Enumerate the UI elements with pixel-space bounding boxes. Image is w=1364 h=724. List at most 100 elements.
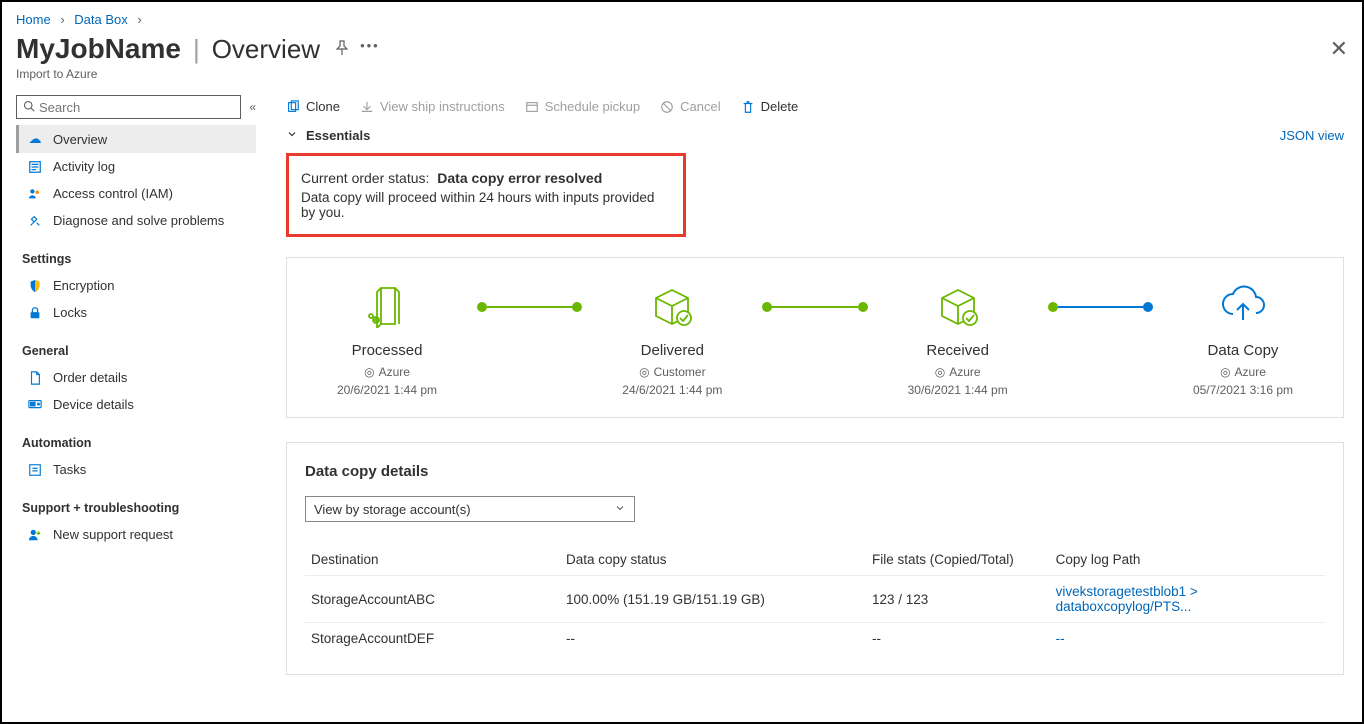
location-icon: ◎: [1220, 365, 1230, 379]
clone-label: Clone: [306, 99, 340, 114]
status-detail: Data copy will proceed within 24 hours w…: [301, 190, 671, 220]
chevron-down-icon: [286, 128, 298, 143]
sidebar-item-activity-log[interactable]: Activity log: [16, 153, 256, 180]
step-date: 30/6/2021 1:44 pm: [908, 383, 1008, 397]
title-separator: |: [193, 34, 200, 65]
view-ship-button: View ship instructions: [360, 99, 505, 114]
sidebar-item-tasks[interactable]: Tasks: [16, 456, 256, 483]
json-view-link[interactable]: JSON view: [1280, 128, 1344, 143]
page-header: MyJobName | Overview ••• ✕: [16, 33, 1348, 65]
lock-icon: [27, 306, 43, 320]
cell-destination: StorageAccountABC: [305, 576, 560, 623]
cancel-button: Cancel: [660, 99, 720, 114]
toolbar: Clone View ship instructions Schedule pi…: [286, 95, 1344, 124]
status-value: Data copy error resolved: [437, 170, 602, 186]
cell-status: 100.00% (151.19 GB/151.19 GB): [560, 576, 866, 623]
sidebar-item-label: Overview: [53, 132, 107, 147]
sidebar-item-label: Order details: [53, 370, 127, 385]
search-icon: [23, 100, 35, 115]
step-connector: [1048, 306, 1153, 308]
essentials-header[interactable]: Essentials JSON view: [286, 124, 1344, 153]
breadcrumb: Home › Data Box ›: [16, 12, 1348, 27]
sidebar-item-label: Tasks: [53, 462, 86, 477]
step-date: 20/6/2021 1:44 pm: [337, 383, 437, 397]
schedule-pickup-button: Schedule pickup: [525, 99, 640, 114]
location-icon: ◎: [935, 365, 945, 379]
breadcrumb-home[interactable]: Home: [16, 12, 51, 27]
step-received: Received ◎ Azure 30/6/2021 1:44 pm: [868, 284, 1048, 397]
col-destination: Destination: [305, 544, 560, 576]
sidebar-item-label: New support request: [53, 527, 173, 542]
col-stats: File stats (Copied/Total): [866, 544, 1050, 576]
step-loc: Azure: [379, 365, 410, 379]
sidebar-item-encryption[interactable]: Encryption: [16, 272, 256, 299]
status-label: Current order status:: [301, 170, 429, 186]
tools-icon: [27, 214, 43, 228]
sidebar-item-locks[interactable]: Locks: [16, 299, 256, 326]
page-title: Overview: [212, 34, 320, 65]
viewship-label: View ship instructions: [380, 99, 505, 114]
sidebar: « ☁ Overview Activity log Acces: [16, 95, 256, 715]
people-icon: [27, 187, 43, 201]
col-status: Data copy status: [560, 544, 866, 576]
details-title: Data copy details: [305, 463, 1325, 480]
step-processed: Processed ◎Azure 20/6/2021 1:44 pm: [297, 284, 477, 397]
job-name: MyJobName: [16, 33, 181, 65]
step-title: Received: [926, 342, 989, 359]
subtitle: Import to Azure: [16, 67, 1348, 81]
table-row: StorageAccountDEF -- -- --: [305, 623, 1325, 655]
step-delivered: Delivered ◎Customer 24/6/2021 1:44 pm: [582, 284, 762, 397]
pin-icon[interactable]: [334, 40, 350, 59]
copy-log-link[interactable]: vivekstoragetestblob1 > databoxcopylog/P…: [1056, 584, 1198, 614]
breadcrumb-sep-icon: ›: [60, 12, 64, 27]
location-icon: ◎: [639, 365, 649, 379]
step-title: Data Copy: [1208, 342, 1279, 359]
delete-label: Delete: [761, 99, 799, 114]
sidebar-item-order-details[interactable]: Order details: [16, 364, 256, 391]
cell-destination: StorageAccountDEF: [305, 623, 560, 655]
copy-log-link[interactable]: --: [1056, 631, 1065, 646]
status-highlight: Current order status: Data copy error re…: [286, 153, 686, 237]
breadcrumb-databox[interactable]: Data Box: [74, 12, 127, 27]
sidebar-item-support-request[interactable]: New support request: [16, 521, 256, 548]
sidebar-item-overview[interactable]: ☁ Overview: [16, 125, 256, 153]
step-datacopy: Data Copy ◎ Azure 05/7/2021 3:16 pm: [1153, 284, 1333, 397]
main-content: Clone View ship instructions Schedule pi…: [256, 95, 1348, 715]
search-input-wrap[interactable]: [16, 95, 241, 119]
delete-button[interactable]: Delete: [741, 99, 799, 114]
step-date: 05/7/2021 3:16 pm: [1193, 383, 1293, 397]
step-date: 24/6/2021 1:44 pm: [622, 383, 722, 397]
sidebar-section-general: General: [22, 344, 256, 358]
sidebar-section-support: Support + troubleshooting: [22, 501, 256, 515]
close-icon[interactable]: ✕: [1330, 36, 1348, 62]
essentials-label: Essentials: [306, 128, 370, 143]
more-icon[interactable]: •••: [360, 38, 380, 53]
sidebar-item-label: Encryption: [53, 278, 114, 293]
chevron-down-icon: [614, 502, 626, 517]
search-input[interactable]: [39, 100, 234, 115]
sidebar-item-label: Device details: [53, 397, 134, 412]
step-loc: Azure: [949, 365, 980, 379]
support-icon: [27, 528, 43, 542]
sidebar-item-device-details[interactable]: Device details: [16, 391, 256, 418]
step-connector: [762, 306, 867, 308]
sidebar-item-access-control[interactable]: Access control (IAM): [16, 180, 256, 207]
box-check-icon: [936, 284, 980, 328]
sidebar-item-label: Activity log: [53, 159, 115, 174]
step-title: Delivered: [641, 342, 704, 359]
sidebar-section-automation: Automation: [22, 436, 256, 450]
view-by-select[interactable]: View by storage account(s): [305, 496, 635, 522]
clone-button[interactable]: Clone: [286, 99, 340, 114]
copy-details-table: Destination Data copy status File stats …: [305, 544, 1325, 654]
select-value: View by storage account(s): [314, 502, 471, 517]
sidebar-item-label: Access control (IAM): [53, 186, 173, 201]
shield-icon: [27, 279, 43, 293]
sidebar-item-diagnose[interactable]: Diagnose and solve problems: [16, 207, 256, 234]
sidebar-item-label: Diagnose and solve problems: [53, 213, 224, 228]
col-logpath: Copy log Path: [1050, 544, 1325, 576]
details-card: Data copy details View by storage accoun…: [286, 442, 1344, 675]
collapse-sidebar-icon[interactable]: «: [249, 100, 256, 114]
step-loc: Azure: [1235, 365, 1266, 379]
log-icon: [27, 160, 43, 174]
schedule-label: Schedule pickup: [545, 99, 640, 114]
